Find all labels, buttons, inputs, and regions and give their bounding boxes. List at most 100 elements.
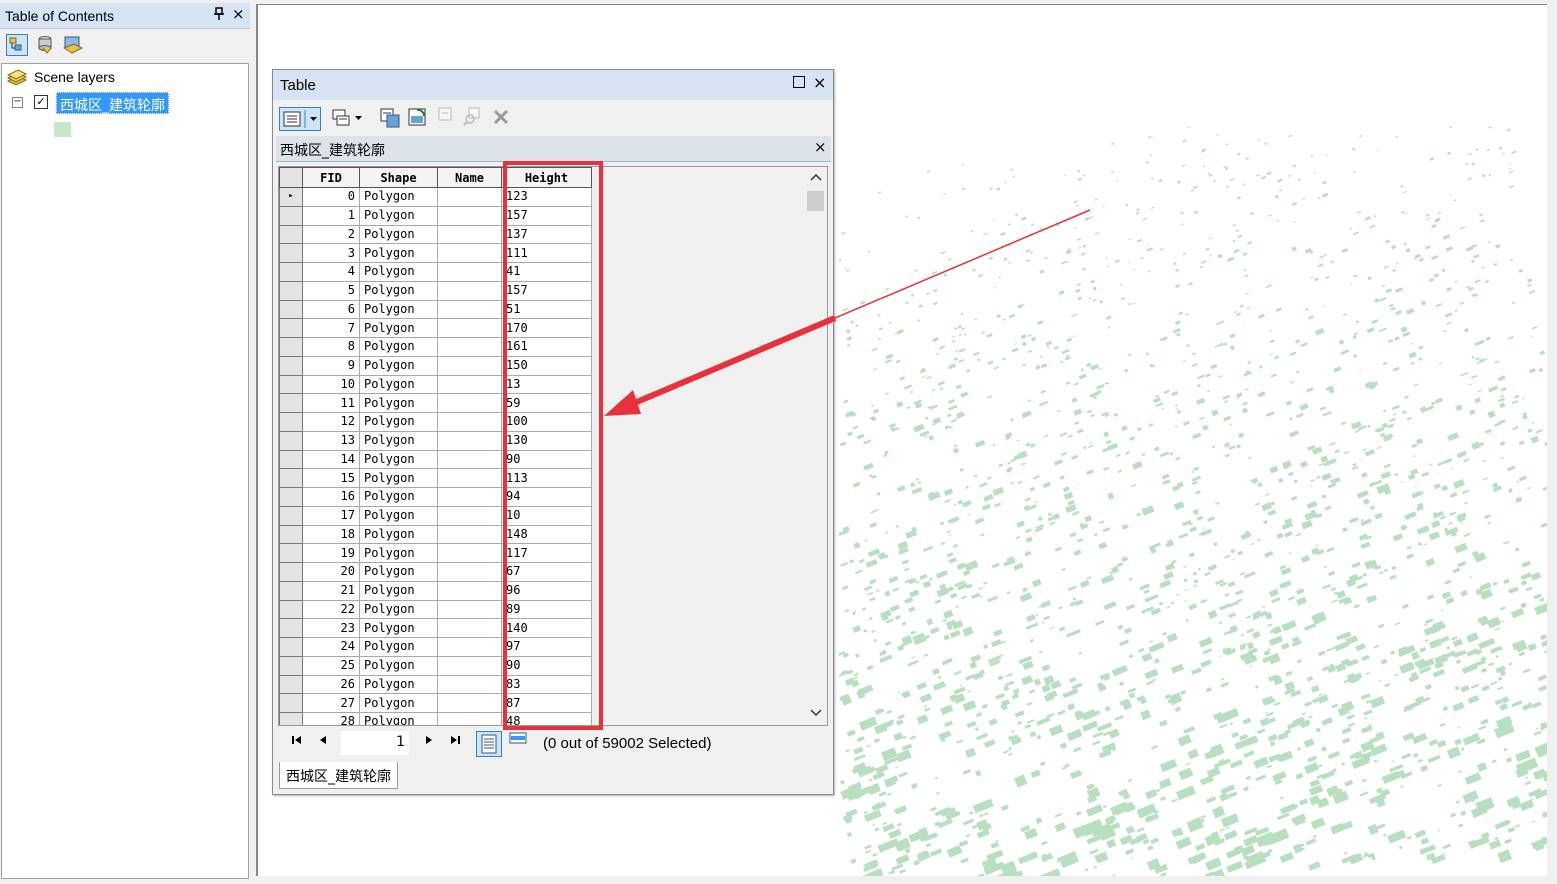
row-selector[interactable]	[279, 412, 303, 432]
current-record-field[interactable]: 1	[341, 731, 409, 755]
table-tab-close-button[interactable]: ×	[814, 138, 827, 156]
cell-fid[interactable]: 13	[302, 430, 360, 451]
cell-fid[interactable]: 7	[302, 318, 360, 338]
cell-name[interactable]	[437, 187, 502, 207]
cell-name[interactable]	[437, 262, 502, 282]
cell-name[interactable]	[437, 280, 502, 301]
cell-shape[interactable]: Polygon	[359, 674, 438, 695]
row-selector[interactable]	[279, 487, 303, 507]
collapse-toggle[interactable]: −	[12, 97, 23, 108]
last-record-button[interactable]	[448, 734, 462, 750]
cell-fid[interactable]: 12	[302, 412, 360, 432]
cell-fid[interactable]: 23	[302, 618, 360, 638]
row-selector[interactable]	[279, 524, 303, 545]
cell-fid[interactable]: 15	[302, 468, 360, 488]
cell-name[interactable]	[437, 449, 502, 470]
row-selector[interactable]	[279, 280, 303, 301]
select-by-attributes-icon[interactable]	[379, 107, 401, 129]
row-selector[interactable]	[279, 674, 303, 695]
row-selector[interactable]	[279, 599, 303, 620]
cell-fid[interactable]: 19	[302, 543, 360, 563]
previous-record-button[interactable]	[318, 734, 328, 750]
toc-close-button[interactable]: ×	[232, 5, 245, 23]
cell-fid[interactable]: 6	[302, 299, 360, 320]
clear-selection-icon[interactable]	[437, 106, 459, 128]
cell-shape[interactable]: Polygon	[359, 449, 438, 470]
cell-name[interactable]	[437, 693, 502, 713]
row-selector[interactable]	[279, 393, 303, 413]
cell-name[interactable]	[437, 637, 502, 657]
cell-shape[interactable]: Polygon	[359, 637, 438, 657]
cell-shape[interactable]: Polygon	[359, 580, 438, 601]
cell-shape[interactable]: Polygon	[359, 318, 438, 338]
cell-name[interactable]	[437, 712, 502, 725]
cell-name[interactable]	[437, 580, 502, 601]
row-selector[interactable]	[279, 468, 303, 488]
scroll-up-icon[interactable]	[810, 171, 822, 185]
cell-fid[interactable]: 9	[302, 355, 360, 376]
cell-fid[interactable]: 0	[302, 187, 360, 207]
cell-fid[interactable]: 5	[302, 280, 360, 301]
cell-fid[interactable]: 28	[302, 712, 360, 725]
cell-name[interactable]	[437, 524, 502, 545]
cell-shape[interactable]: Polygon	[359, 712, 438, 725]
row-selector[interactable]	[279, 637, 303, 657]
row-selector[interactable]	[279, 318, 303, 338]
layer-visibility-checkbox[interactable]: ✓	[34, 95, 48, 109]
cell-fid[interactable]: 11	[302, 393, 360, 413]
cell-fid[interactable]: 3	[302, 243, 360, 263]
row-selector[interactable]	[279, 299, 303, 320]
column-header-fid[interactable]: FID	[302, 167, 360, 188]
pin-icon[interactable]	[214, 7, 224, 24]
cell-fid[interactable]: 24	[302, 637, 360, 657]
list-by-drawing-order-icon[interactable]	[6, 34, 28, 56]
list-by-source-icon[interactable]	[36, 34, 58, 56]
table-options-icon[interactable]	[279, 107, 321, 131]
row-selector[interactable]	[279, 430, 303, 451]
cell-fid[interactable]: 21	[302, 580, 360, 601]
cell-shape[interactable]: Polygon	[359, 562, 438, 582]
related-tables-icon[interactable]	[331, 107, 367, 129]
layer-symbol-swatch[interactable]	[54, 122, 71, 137]
cell-shape[interactable]: Polygon	[359, 374, 438, 395]
cell-shape[interactable]: Polygon	[359, 505, 438, 526]
cell-shape[interactable]: Polygon	[359, 262, 438, 282]
cell-fid[interactable]: 4	[302, 262, 360, 282]
show-all-records-button[interactable]	[476, 731, 502, 757]
cell-fid[interactable]: 8	[302, 337, 360, 357]
cell-name[interactable]	[437, 337, 502, 357]
cell-name[interactable]	[437, 543, 502, 563]
cell-fid[interactable]: 22	[302, 599, 360, 620]
row-selector-header[interactable]	[279, 167, 303, 188]
row-selector[interactable]	[279, 262, 303, 282]
cell-name[interactable]	[437, 430, 502, 451]
cell-name[interactable]	[437, 393, 502, 413]
column-header-shape[interactable]: Shape	[359, 167, 438, 188]
row-selector[interactable]	[279, 505, 303, 526]
cell-fid[interactable]: 10	[302, 374, 360, 395]
zoom-to-selected-icon[interactable]	[463, 106, 485, 128]
cell-name[interactable]	[437, 243, 502, 263]
cell-name[interactable]	[437, 412, 502, 432]
cell-fid[interactable]: 27	[302, 693, 360, 713]
cell-name[interactable]	[437, 655, 502, 676]
cell-name[interactable]	[437, 299, 502, 320]
scrollbar-thumb[interactable]	[807, 191, 824, 211]
cell-name[interactable]	[437, 318, 502, 338]
row-selector[interactable]	[279, 712, 303, 725]
cell-shape[interactable]: Polygon	[359, 655, 438, 676]
table-bottom-tab[interactable]: 西城区_建筑轮廓	[279, 762, 398, 789]
cell-fid[interactable]: 18	[302, 524, 360, 545]
cell-name[interactable]	[437, 224, 502, 245]
cell-name[interactable]	[437, 562, 502, 582]
cell-fid[interactable]: 2	[302, 224, 360, 245]
cell-shape[interactable]: Polygon	[359, 618, 438, 638]
cell-fid[interactable]: 26	[302, 674, 360, 695]
cell-name[interactable]	[437, 505, 502, 526]
row-selector[interactable]	[279, 337, 303, 357]
cell-shape[interactable]: Polygon	[359, 337, 438, 357]
cell-fid[interactable]: 1	[302, 205, 360, 226]
cell-name[interactable]	[437, 468, 502, 488]
row-selector[interactable]	[279, 374, 303, 395]
vertical-scrollbar[interactable]	[804, 167, 827, 725]
